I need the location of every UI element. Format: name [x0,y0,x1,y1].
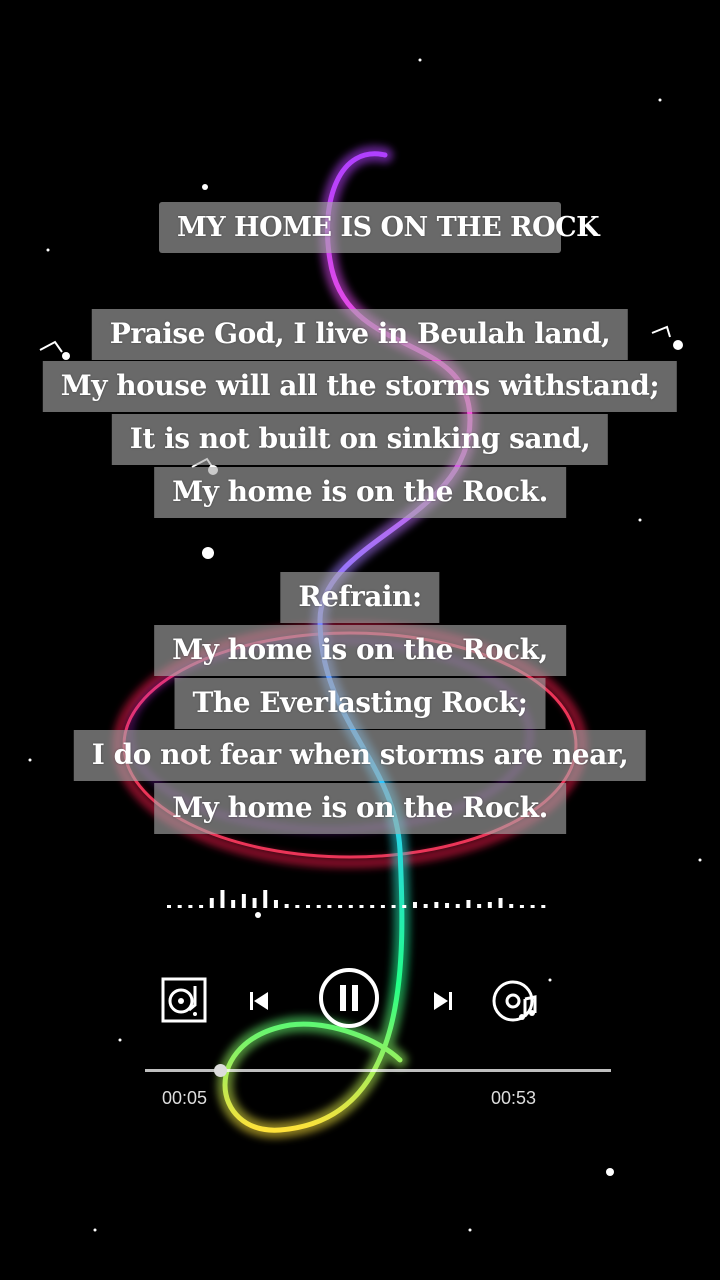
refrain-line-2: The Everlasting Rock; [174,678,546,729]
audio-visualizer [167,890,546,908]
visualizer-bar [220,890,225,908]
verse-line-2: My house will all the storms withstand; [42,361,678,412]
visualizer-bar [423,904,428,908]
visualizer-bar [338,905,343,908]
visualizer-bar [199,905,204,908]
music-disc-icon [492,980,537,1022]
visualizer-bar [445,903,450,908]
visualizer-bar [412,902,417,908]
visualizer-bar [284,904,289,908]
visualizer-bar [327,905,332,908]
song-title: MY HOME IS ON THE ROCK [159,202,600,253]
visualizer-bar [263,890,268,908]
visualizer-bar [541,905,546,908]
progress-thumb[interactable] [213,1064,227,1077]
next-track-button[interactable] [426,984,460,1018]
elapsed-time: 00:05 [162,1088,208,1108]
visualizer-bar [188,905,193,908]
visualizer-bar [370,905,375,908]
visualizer-bar [306,905,311,908]
visualizer-bar [209,898,214,908]
visualizer-bar [252,898,257,908]
visualizer-bar [434,902,439,908]
refrain-line-3: I do not fear when storms are near, [73,730,647,781]
visualizer-bar [519,905,524,908]
pause-button[interactable] [318,967,380,1029]
verse-line-4: My home is on the Rock. [154,467,566,518]
visualizer-bar [391,905,396,908]
visualizer-bar [402,905,407,908]
next-icon [434,992,452,1010]
visualizer-bar [177,905,182,908]
visualizer-bar [295,905,300,908]
visualizer-bar [455,904,460,908]
visualizer-bar [477,904,482,908]
visualizer-bar [498,898,503,908]
refrain-line-1: My home is on the Rock, [154,625,566,676]
previous-icon [250,992,268,1010]
pause-icon [319,968,379,1028]
visualizer-bar [231,900,236,908]
verse-line-3: It is not built on sinking sand, [111,414,609,465]
visualizer-bar [509,904,514,908]
visualizer-bar [466,900,471,908]
visualizer-bar [273,900,278,908]
verse-line-1: Praise God, I live in Beulah land, [91,309,629,360]
visualizer-bar [530,905,535,908]
visualizer-bar [348,905,353,908]
visualizer-bar [359,905,364,908]
turntable-icon[interactable] [160,976,208,1024]
refrain-line-4: My home is on the Rock. [154,783,566,834]
player-controls [160,967,550,1029]
refrain-heading: Refrain: [280,572,440,623]
music-disc-button[interactable] [490,976,540,1026]
visualizer-bar [316,905,321,908]
previous-track-button[interactable] [242,984,276,1018]
visualizer-bar [380,905,385,908]
visualizer-bar [487,902,492,908]
visualizer-bar [167,905,171,908]
total-duration: 00:53 [491,1088,537,1108]
visualizer-bar [241,894,246,908]
